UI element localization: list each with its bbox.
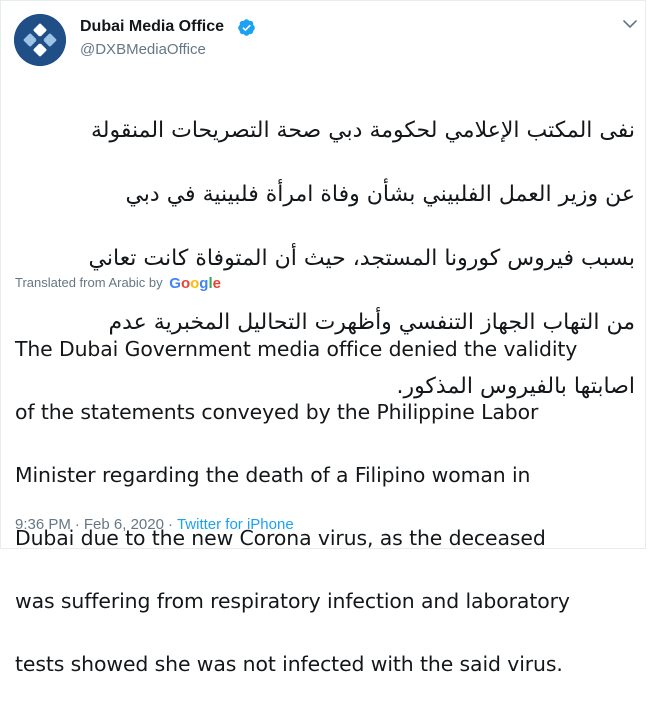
verified-badge-icon	[238, 19, 255, 36]
english-line: tests showed she was not infected with t…	[15, 651, 563, 676]
meta-separator: ·	[167, 516, 173, 533]
english-line: was suffering from respiratory infection…	[15, 588, 570, 613]
tweet-text-translated: The Dubai Government media office denied…	[15, 302, 637, 712]
google-logo[interactable]: Google	[169, 275, 221, 292]
meta-separator: ·	[74, 516, 80, 533]
handle[interactable]: @DXBMediaOffice	[80, 39, 206, 61]
avatar[interactable]	[14, 14, 66, 66]
tweet-source-link[interactable]: Twitter for iPhone	[177, 516, 294, 533]
translated-label: Translated from Arabic by	[15, 275, 163, 290]
chevron-down-icon[interactable]	[622, 18, 638, 30]
english-line: of the statements conveyed by the Philip…	[15, 399, 539, 424]
arabic-line: بسبب فيروس كورونا المستجد، حيث أن المتوف…	[88, 246, 635, 271]
tweet-date[interactable]: Feb 6, 2020	[84, 516, 164, 533]
translation-attribution: Translated from Arabic by Google	[15, 273, 221, 294]
display-name[interactable]: Dubai Media Office	[80, 16, 224, 38]
english-line: Minister regarding the death of a Filipi…	[15, 462, 531, 487]
tweet-card: Dubai Media Office @DXBMediaOffice نفى ا…	[0, 0, 646, 676]
arabic-line: عن وزير العمل الفلبيني بشأن وفاة امرأة ف…	[125, 182, 635, 207]
tweet-time[interactable]: 9:36 PM	[15, 516, 71, 533]
tweet-meta: 9:36 PM · Feb 6, 2020 · Twitter for iPhone	[15, 515, 294, 535]
arabic-line: نفى المكتب الإعلامي لحكومة دبي صحة التصر…	[90, 118, 635, 143]
english-line: The Dubai Government media office denied…	[15, 336, 578, 361]
dubai-media-office-logo-icon	[14, 14, 66, 66]
